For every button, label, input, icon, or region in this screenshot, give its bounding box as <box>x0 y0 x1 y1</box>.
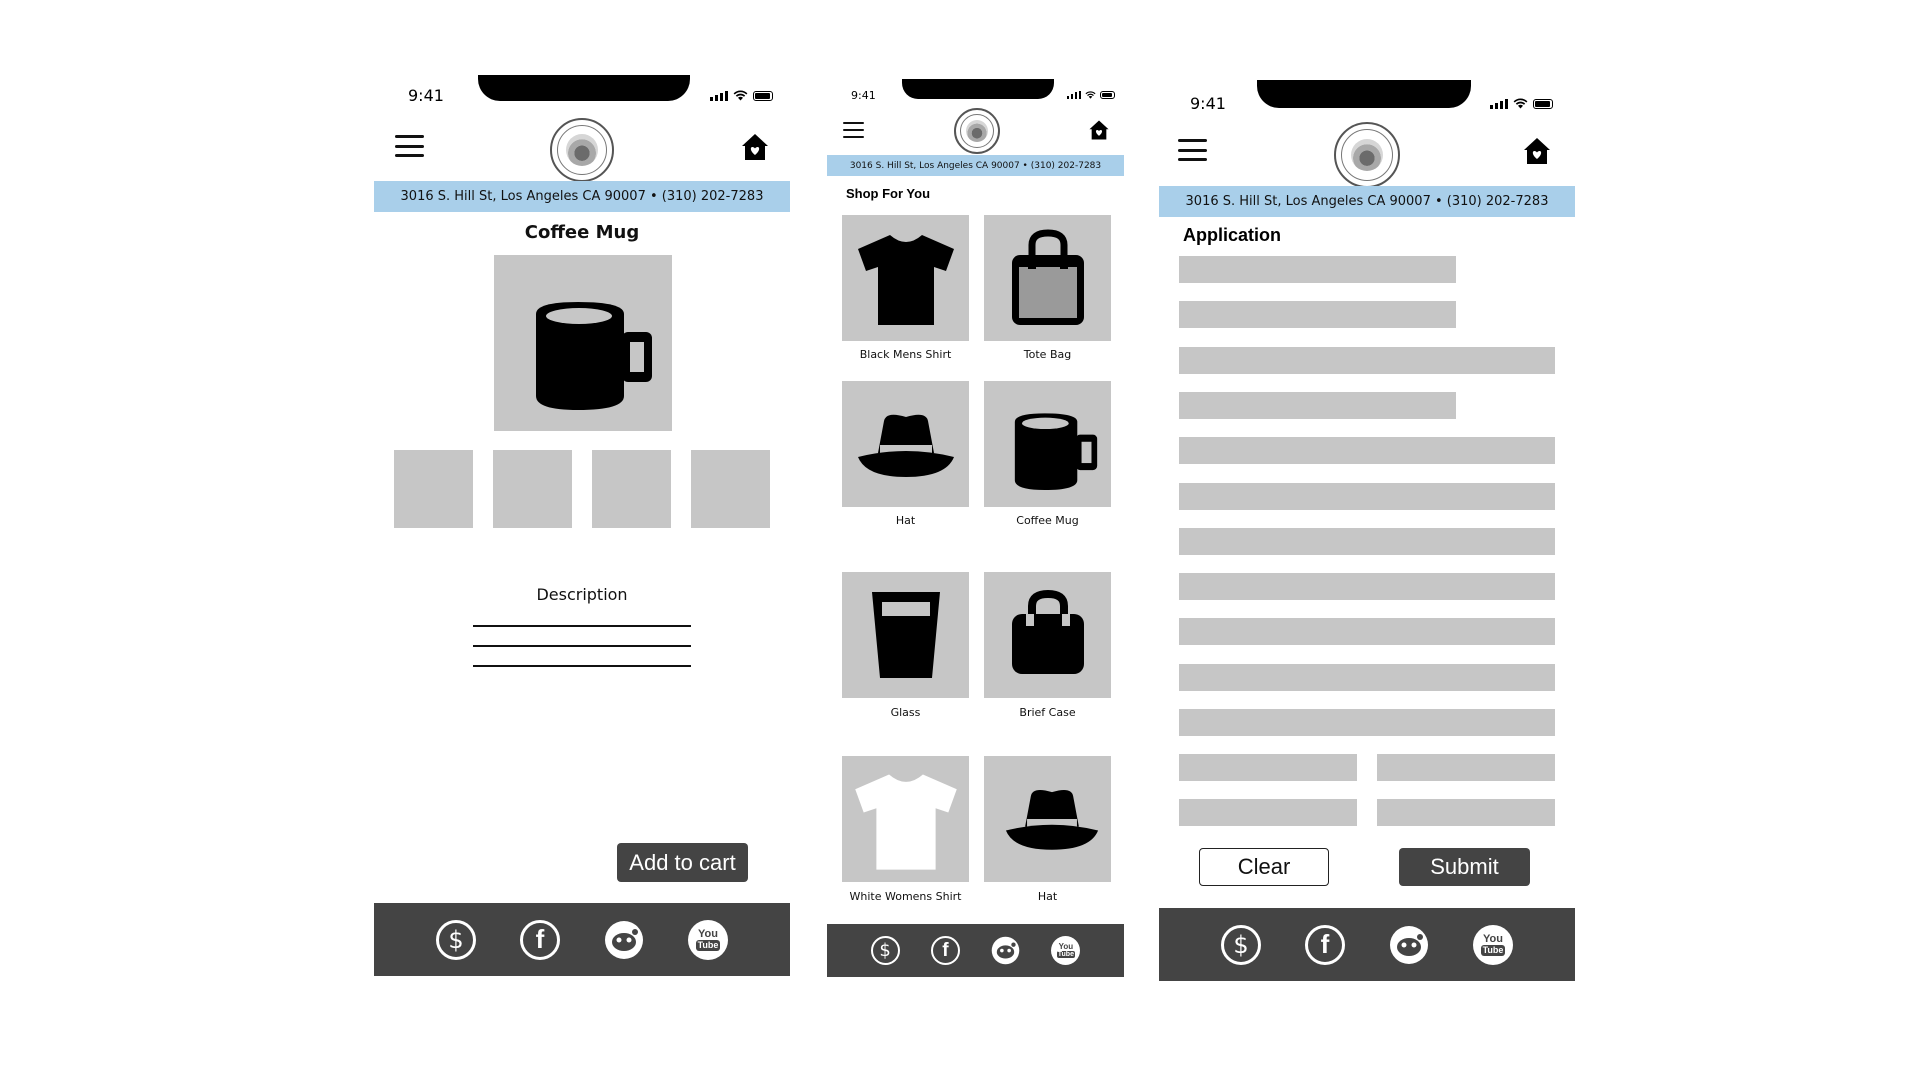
form-field[interactable] <box>1179 256 1456 283</box>
application-title: Application <box>1183 225 1281 245</box>
wifi-icon <box>1513 98 1528 109</box>
status-time: 9:41 <box>1190 94 1226 113</box>
dog-emblem <box>1351 139 1383 171</box>
signal-icon <box>1490 99 1508 109</box>
form-field[interactable] <box>1179 528 1555 555</box>
submit-button[interactable]: Submit <box>1399 848 1530 886</box>
status-icons <box>1490 98 1553 109</box>
footer-bar: $ f You Tube <box>1159 908 1575 981</box>
facebook-icon[interactable]: f <box>1305 924 1345 965</box>
form-field[interactable] <box>1377 754 1555 781</box>
form-field[interactable] <box>1179 573 1555 600</box>
form-field[interactable] <box>1179 301 1456 328</box>
dollar-icon[interactable]: $ <box>1221 924 1261 965</box>
application-screen: 9:41 3016 S. Hill St, Los Angeles CA 900… <box>0 0 1920 1080</box>
menu-icon[interactable] <box>1178 139 1207 161</box>
form-field[interactable] <box>1179 618 1555 645</box>
clear-button[interactable]: Clear <box>1199 848 1329 886</box>
home-heart-icon[interactable] <box>1522 136 1552 166</box>
youtube-icon[interactable]: You Tube <box>1473 924 1513 965</box>
form-field[interactable] <box>1179 754 1357 781</box>
form-field[interactable] <box>1377 799 1555 826</box>
battery-icon <box>1533 99 1553 109</box>
youtube-text-bottom: Tube <box>1480 944 1506 956</box>
form-field[interactable] <box>1179 437 1555 464</box>
form-field[interactable] <box>1179 483 1555 510</box>
youtube-text-top: You <box>1483 932 1503 945</box>
address-bar: 3016 S. Hill St, Los Angeles CA 90007 • … <box>1159 186 1575 217</box>
phone-notch <box>1257 80 1471 108</box>
reddit-icon[interactable] <box>1389 925 1429 965</box>
form-field[interactable] <box>1179 799 1357 826</box>
form-field[interactable] <box>1179 664 1555 691</box>
form-field[interactable] <box>1179 347 1555 374</box>
form-field[interactable] <box>1179 392 1456 419</box>
form-field[interactable] <box>1179 709 1555 736</box>
rescue-logo <box>1334 122 1400 188</box>
